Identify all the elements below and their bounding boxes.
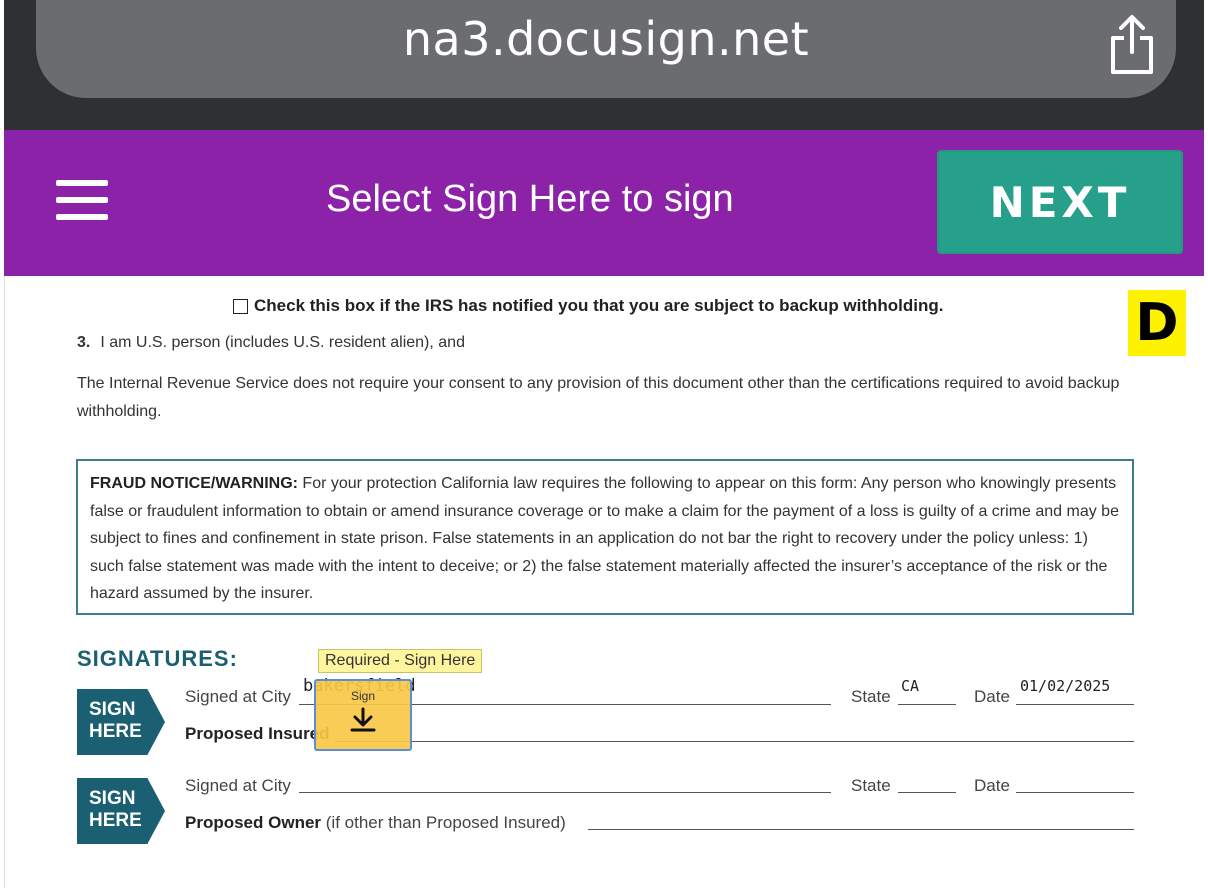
date-underline [1016, 704, 1134, 705]
next-button[interactable]: NEXT [937, 150, 1183, 254]
badge-line: SIGN [89, 699, 136, 720]
item-number: 3. [77, 334, 91, 351]
item-text: I am U.S. person (includes U.S. resident… [100, 334, 465, 351]
badge-line: SIGN [89, 788, 136, 809]
date-label: Date [974, 776, 1010, 795]
checkbox-label: Check this box if the IRS has notified y… [254, 296, 944, 315]
sign-here-badge: SIGN HERE [77, 778, 165, 844]
download-arrow-icon [350, 707, 376, 732]
date-underline [1016, 792, 1134, 793]
document-page: Check this box if the IRS has notified y… [4, 276, 1204, 888]
signer-label-row: Proposed Owner (if other than Proposed I… [185, 813, 566, 833]
sign-tab-label: Sign [350, 689, 376, 703]
share-icon[interactable] [1104, 14, 1160, 76]
state-underline [898, 792, 956, 793]
backup-withholding-checkbox[interactable] [233, 298, 248, 314]
sign-here-badge: SIGN HERE [77, 689, 165, 755]
state-value[interactable]: CA [901, 677, 919, 695]
badge-line: HERE [89, 721, 142, 742]
date-value[interactable]: 01/02/2025 [1020, 677, 1110, 695]
browser-toolbar: na3.docusign.net [4, 0, 1204, 130]
banner-title: Select Sign Here to sign [326, 178, 734, 220]
url-text: na3.docusign.net [402, 12, 810, 66]
signatures-heading: SIGNATURES: [77, 646, 238, 671]
fraud-heading: FRAUD NOTICE/WARNING: [90, 475, 298, 492]
city-underline [299, 792, 831, 793]
backup-withholding-checkbox-row: Check this box if the IRS has notified y… [233, 296, 944, 316]
certification-item-3: 3. I am U.S. person (includes U.S. reside… [77, 334, 465, 352]
signing-banner: Select Sign Here to sign NEXT [4, 130, 1204, 276]
irs-consent-paragraph: The Internal Revenue Service does not re… [77, 375, 1120, 420]
signature-line [335, 741, 1134, 742]
city-label: Signed at City [185, 687, 291, 706]
date-label: Date [974, 687, 1010, 706]
signer-label: Proposed Owner [185, 813, 322, 832]
signature-line [588, 829, 1134, 830]
required-sign-tooltip: Required - Sign Here [318, 649, 483, 673]
badge-line: HERE [89, 810, 142, 831]
sign-here-tab[interactable]: Sign [314, 679, 412, 751]
state-underline [898, 704, 956, 705]
signer-label: Proposed Insured [185, 724, 330, 743]
state-label: State [851, 776, 891, 795]
signer-note: (if other than Proposed Insured) [325, 813, 566, 832]
overlay-letter-badge: D [1128, 290, 1186, 356]
hamburger-menu-icon[interactable] [56, 180, 108, 220]
city-label: Signed at City [185, 776, 291, 795]
fraud-notice-box: FRAUD NOTICE/WARNING: For your protectio… [76, 459, 1134, 615]
address-bar[interactable]: na3.docusign.net [36, 0, 1176, 98]
state-label: State [851, 687, 891, 706]
fraud-text: For your protection California law requi… [90, 475, 1119, 602]
